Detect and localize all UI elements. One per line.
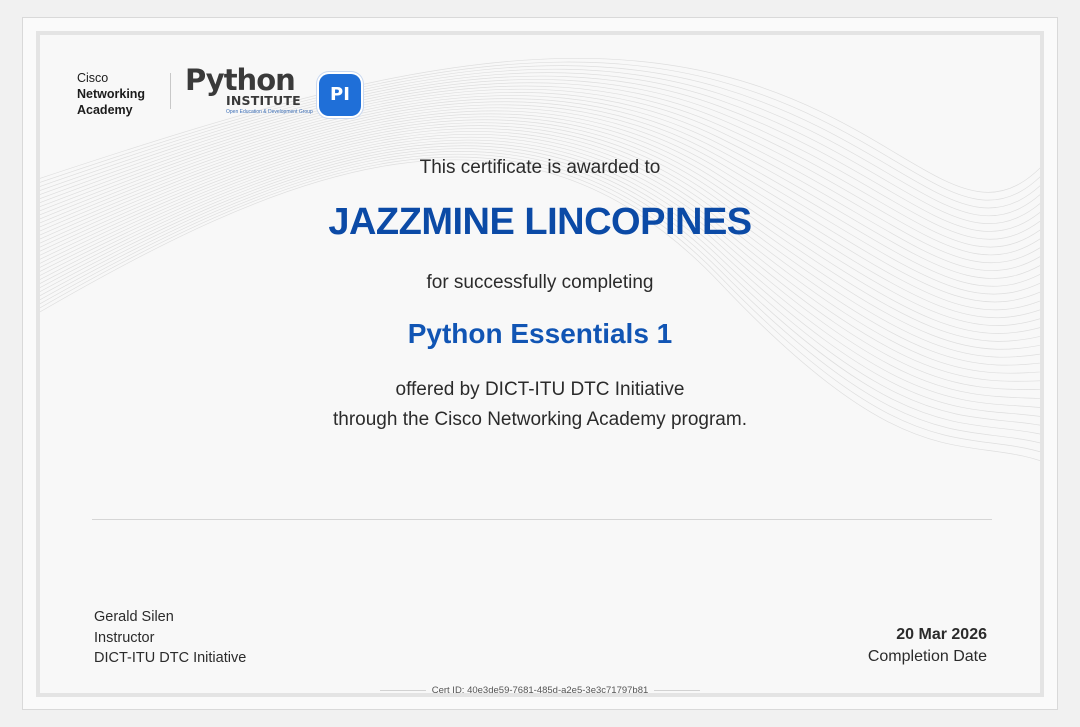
python-institute-word: Python [185,63,296,97]
python-institute-logo: Python INSTITUTE Open Education & Develo… [185,63,375,123]
instructor-role: Instructor [94,629,155,646]
logo-divider [170,73,171,109]
certificate-frame: Cisco Networking Academy Python INSTITUT… [36,31,1044,697]
instructor-organization: DICT-ITU DTC Initiative [94,650,247,666]
instructor-name: Gerald Silen [94,609,174,625]
cisco-logo-line3: Academy [77,103,133,117]
cert-id: Cert ID: 40e3de59-7681-485d-a2e5-3e3c717… [425,685,655,693]
completion-date-label: Completion Date [867,648,987,665]
certificate-page: Cisco Networking Academy Python INSTITUT… [22,17,1058,710]
cisco-logo-line1: Cisco [77,71,109,85]
recipient-name: JAZZMINE LINCOPINES [328,201,752,243]
program-text: through the Cisco Networking Academy pro… [333,409,747,430]
completion-block: 20 Mar 2026 Completion Date [868,624,987,668]
instructor-block: Gerald Silen Instructor DICT-ITU DTC Ini… [94,607,246,669]
python-institute-sub: INSTITUTE [226,93,301,108]
cisco-networking-academy-logo: Cisco Networking Academy [77,70,145,118]
awarded-to-text: This certificate is awarded to [419,157,661,178]
completing-text: for successfully completing [426,272,654,293]
offered-by-text: offered by DICT-ITU DTC Initiative [395,379,685,400]
cert-id-block: Cert ID: 40e3de59-7681-485d-a2e5-3e3c717… [40,685,1040,693]
python-institute-tagline: Open Education & Development Group [226,109,313,115]
wave-decoration [40,58,1040,462]
completion-date: 20 Mar 2026 [896,626,987,643]
cisco-logo-line2: Networking [77,87,146,101]
divider-line [92,519,992,520]
course-title: Python Essentials 1 [407,318,673,349]
pi-badge-icon: PI [319,74,361,116]
offered-by-block: offered by DICT-ITU DTC Initiative throu… [40,375,1040,435]
